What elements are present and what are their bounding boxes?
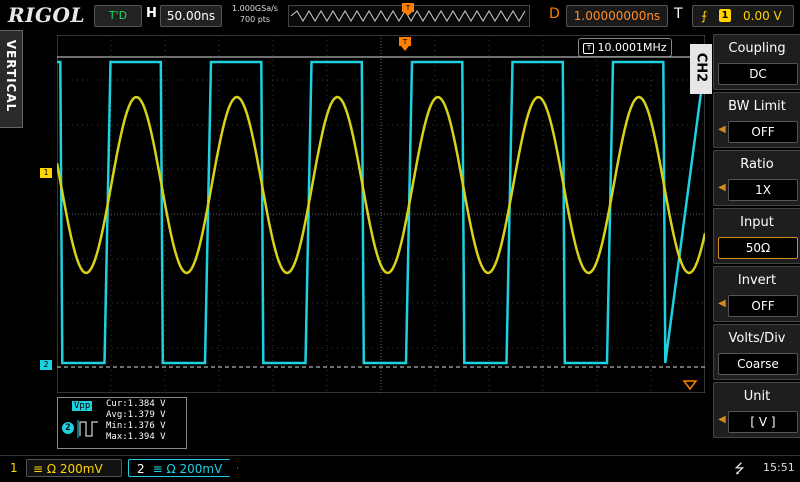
svg-text:T: T xyxy=(402,38,408,46)
trigger-level: 0.00 V xyxy=(743,9,782,23)
measurement-type: Vpp xyxy=(72,401,93,411)
measurement-average: Avg:1.379 V xyxy=(106,410,166,420)
left-arrow-icon: ◀ xyxy=(718,298,726,309)
menu-coupling-label: Coupling xyxy=(728,41,786,56)
ch2-settings[interactable]: 2 ≡ Ω 200mV xyxy=(128,459,238,477)
menu-input[interactable]: Input 50Ω xyxy=(713,208,800,264)
measurement-panel[interactable]: Vpp Cur:1.384 V Avg:1.379 V Min:1.376 V … xyxy=(57,397,187,449)
menu-invert-label: Invert xyxy=(737,273,777,288)
menu-unit-label: Unit xyxy=(743,389,771,404)
memory-waveform-overview: T xyxy=(288,3,530,27)
menu-ratio-label: Ratio xyxy=(740,157,774,172)
ch1-settings[interactable]: ≡ Ω 200mV xyxy=(26,459,122,477)
menu-invert-value[interactable]: OFF xyxy=(728,295,798,317)
acquisition-info: 1.000GSa/s 700 pts xyxy=(226,3,284,25)
trigger-position-marker: T xyxy=(402,3,414,16)
channel-menu-tag: CH2 xyxy=(690,44,712,94)
menu-input-value[interactable]: 50Ω xyxy=(718,237,798,259)
menu-bw-limit-label: BW Limit xyxy=(728,99,786,114)
measurement-current: Cur:1.384 V xyxy=(106,399,166,409)
menu-volts-div[interactable]: Volts/Div Coarse xyxy=(713,324,800,380)
trigger-time-marker: T xyxy=(399,37,411,51)
svg-text:T: T xyxy=(405,4,411,12)
measurement-maximum: Max:1.394 V xyxy=(106,432,166,442)
delay-label: D xyxy=(549,6,560,22)
menu-unit[interactable]: Unit ◀ [ V ] xyxy=(713,382,800,438)
horizontal-delay[interactable]: 1.00000000ns xyxy=(566,5,668,27)
frequency-counter: T 10.0001MHz xyxy=(578,38,672,57)
timebase-value[interactable]: 50.00ns xyxy=(160,5,222,27)
bottom-channel-bar: 1 ≡ Ω 200mV 2 ≡ Ω 200mV ⭍ 15:51 xyxy=(0,455,800,481)
memory-depth: 700 pts xyxy=(239,15,271,24)
frequency-value: 10.0001MHz xyxy=(597,41,667,54)
menu-ratio-value[interactable]: 1X xyxy=(728,179,798,201)
measurement-channel: 2 xyxy=(62,422,74,434)
top-status-bar: RIGOL T'D H 50.00ns 1.000GSa/s 700 pts T… xyxy=(0,0,800,30)
vpp-measure-icon xyxy=(77,420,98,438)
menu-coupling[interactable]: Coupling DC xyxy=(713,34,800,90)
menu-bw-limit-value[interactable]: OFF xyxy=(728,121,798,143)
run-status-indicator[interactable]: T'D xyxy=(94,5,142,27)
system-clock: 15:51 xyxy=(763,461,795,474)
ch1-number: 1 xyxy=(10,461,18,475)
waveform-display xyxy=(57,35,705,393)
trigger-level-marker xyxy=(682,380,698,391)
measurement-minimum: Min:1.376 V xyxy=(106,421,166,431)
vertical-menu-tab[interactable]: VERTICAL xyxy=(0,30,23,128)
trigger-settings[interactable]: ⨍ 1 0.00 V xyxy=(692,5,794,27)
menu-coupling-value[interactable]: DC xyxy=(718,63,798,85)
rigol-logo: RIGOL xyxy=(8,3,86,27)
timebase-label: H xyxy=(146,6,157,21)
menu-volts-div-label: Volts/Div xyxy=(728,331,786,346)
menu-volts-div-value[interactable]: Coarse xyxy=(718,353,798,375)
left-arrow-icon: ◀ xyxy=(718,182,726,193)
menu-input-label: Input xyxy=(740,215,774,230)
menu-bw-limit[interactable]: BW Limit ◀ OFF xyxy=(713,92,800,148)
menu-unit-value[interactable]: [ V ] xyxy=(728,411,798,433)
left-arrow-icon: ◀ xyxy=(718,124,726,135)
counter-icon: T xyxy=(583,42,595,54)
ch2-ground-marker[interactable]: 2 xyxy=(40,360,52,370)
ch2-settings-value: ≡ Ω 200mV xyxy=(152,462,223,476)
rising-edge-icon: ⨍ xyxy=(701,9,708,23)
trigger-source: 1 xyxy=(719,9,731,22)
left-arrow-icon: ◀ xyxy=(718,414,726,425)
ch2-number: 2 xyxy=(137,462,145,476)
vertical-tab-label: VERTICAL xyxy=(4,39,18,113)
menu-invert[interactable]: Invert ◀ OFF xyxy=(713,266,800,322)
trigger-label: T xyxy=(674,6,683,22)
channel-tag-label: CH2 xyxy=(693,52,709,83)
usb-icon: ⭍ xyxy=(734,462,745,477)
ch1-ground-marker[interactable]: 1 xyxy=(40,168,52,178)
sample-rate: 1.000GSa/s xyxy=(232,4,278,13)
menu-ratio[interactable]: Ratio ◀ 1X xyxy=(713,150,800,206)
